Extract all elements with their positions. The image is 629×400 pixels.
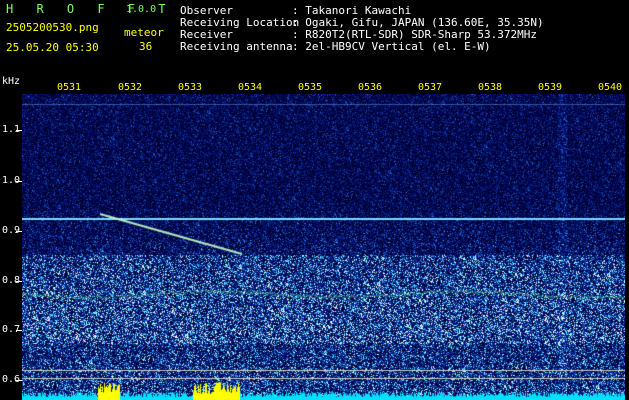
x-tick-label: 0539 <box>538 82 563 93</box>
x-tick-label: 0537 <box>418 82 443 93</box>
meteor-label: meteor <box>124 26 164 39</box>
x-tick-label: 0531 <box>57 82 82 93</box>
info-value-location: : Ogaki, Gifu, JAPAN (136.60E, 35.35N) <box>292 16 544 29</box>
info-key-observer: Observer <box>180 4 233 17</box>
x-tick-label: 0532 <box>118 82 143 93</box>
file-datetime: 25.05.20 05:30 <box>6 41 99 54</box>
info-value-receiver: : R820T2(RTL-SDR) SDR-Sharp 53.372MHz <box>292 28 538 41</box>
file-name: 2505200530.png <box>6 21 99 34</box>
meteor-count: 36 <box>139 40 153 53</box>
info-key-antenna: Receiving antenna <box>180 40 293 53</box>
spectrogram-canvas <box>22 94 625 400</box>
x-tick-label: 0540 <box>598 82 623 93</box>
x-tick-label: 0538 <box>478 82 503 93</box>
x-tick-label: 0535 <box>298 82 323 93</box>
x-tick-label: 0536 <box>358 82 383 93</box>
app-version: 1.0.0 <box>126 4 157 15</box>
x-tick-label: 0533 <box>178 82 203 93</box>
x-tick-label: 0534 <box>238 82 263 93</box>
y-axis-unit: kHz <box>2 76 21 87</box>
info-key-location: Receiving Location <box>180 16 300 29</box>
spectrogram-plot <box>22 94 625 400</box>
info-key-receiver: Receiver <box>180 28 233 41</box>
info-value-antenna: : 2el-HB9CV Vertical (el. E-W) <box>292 40 491 53</box>
info-value-observer: : Takanori Kawachi <box>292 4 412 17</box>
